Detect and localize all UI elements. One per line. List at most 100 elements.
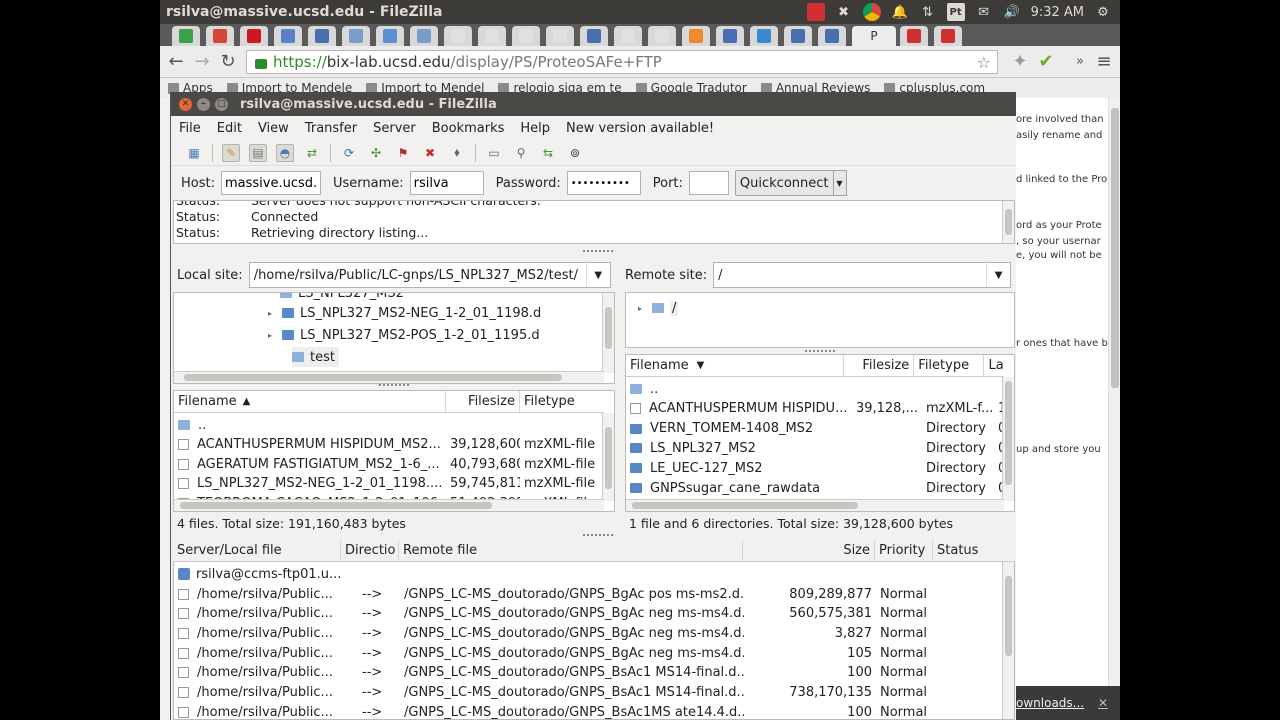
tree-hscrollbar[interactable] bbox=[174, 371, 604, 383]
browser-tab[interactable] bbox=[682, 26, 710, 46]
remote-path-combo[interactable]: / ▼ bbox=[713, 262, 1012, 288]
compare-icon[interactable]: ⚲ bbox=[512, 144, 530, 162]
queue-row[interactable]: /home/rsilva/Public... --> /GNPS_LC-MS_dou… bbox=[174, 623, 1004, 643]
file-row[interactable]: LE_UEC-127_MS2Directory0 bbox=[626, 458, 1004, 478]
remote-list-hscrollbar[interactable] bbox=[626, 499, 1004, 511]
browser-tab[interactable] bbox=[342, 26, 370, 46]
tools-icon[interactable]: ✖ bbox=[835, 3, 853, 21]
queue-row[interactable]: /home/rsilva/Public... --> /GNPS_LC-MS_dou… bbox=[174, 643, 1004, 663]
tree-item[interactable]: ▸ / bbox=[638, 298, 679, 318]
column-filetype[interactable]: Filetype bbox=[914, 355, 985, 376]
reload-icon[interactable]: ↻ bbox=[218, 51, 238, 72]
transfer-icon[interactable]: ⇅ bbox=[919, 3, 937, 21]
splitter-handle[interactable] bbox=[583, 250, 613, 253]
disconnect-icon[interactable]: ✖ bbox=[421, 144, 439, 162]
file-row[interactable]: VERN_TOMEM-1408_MS2Directory0 bbox=[626, 419, 1004, 439]
menu-item-new-version-available[interactable]: New version available! bbox=[566, 121, 714, 136]
browser-tab[interactable] bbox=[934, 26, 962, 46]
queue-row[interactable]: /home/rsilva/Public... --> /GNPS_LC-MS_dou… bbox=[174, 604, 1004, 624]
pt-icon[interactable]: Pt bbox=[946, 3, 965, 21]
local-list-scrollbar[interactable] bbox=[602, 413, 614, 501]
tree-item[interactable]: LS_NPL327_MS2 bbox=[280, 293, 404, 301]
window-minimize-button[interactable]: – bbox=[197, 97, 210, 111]
column-last-modified[interactable]: La bbox=[984, 355, 1004, 376]
tree-item[interactable]: ▸ LS_NPL327_MS2-POS_1-2_01_1195.d bbox=[268, 325, 540, 345]
browser-tab[interactable] bbox=[512, 26, 540, 46]
column-remote-file[interactable]: Remote file bbox=[399, 540, 743, 561]
browser-tab[interactable] bbox=[648, 26, 676, 46]
menu-item-edit[interactable]: Edit bbox=[217, 121, 242, 136]
column-filesize[interactable]: Filesize bbox=[446, 391, 520, 412]
username-input[interactable] bbox=[409, 171, 484, 195]
column-filetype[interactable]: Filetype bbox=[520, 391, 604, 412]
cancel-operation-icon[interactable]: ⚑ bbox=[394, 144, 412, 162]
browser-tab[interactable] bbox=[274, 26, 302, 46]
file-row[interactable]: LS_NPL327_MS2-NEG_1-2_01_1198.... 59,745,… bbox=[174, 474, 604, 494]
site-manager-icon[interactable]: ▦ bbox=[185, 144, 203, 162]
expand-arrow-icon[interactable]: ▸ bbox=[268, 331, 282, 340]
file-row[interactable]: AGERATUM FASTIGIATUM_MS2_1-6_... 40,793,6… bbox=[174, 454, 604, 474]
tree-item-selected[interactable]: test bbox=[292, 347, 339, 367]
close-icon[interactable]: ✕ bbox=[1098, 696, 1108, 710]
log-scrollbar[interactable] bbox=[1002, 201, 1014, 243]
browser-tab[interactable] bbox=[410, 26, 438, 46]
toggle-queue-icon[interactable]: ⇄ bbox=[303, 144, 321, 162]
browser-tab-active[interactable]: P bbox=[852, 26, 896, 46]
browser-tab[interactable] bbox=[900, 26, 928, 46]
menu-item-transfer[interactable]: Transfer bbox=[305, 121, 357, 136]
queue-row[interactable]: /home/rsilva/Public... --> /GNPS_LC-MS_dou… bbox=[174, 702, 1004, 719]
splitter-handle[interactable] bbox=[805, 350, 835, 353]
splitter-handle[interactable] bbox=[583, 534, 613, 537]
window-close-button[interactable]: ✕ bbox=[179, 97, 192, 111]
chevron-down-icon[interactable]: ▼ bbox=[585, 263, 610, 287]
menu-item-server[interactable]: Server bbox=[373, 121, 416, 136]
bell-icon[interactable]: 🔔 bbox=[891, 3, 909, 21]
process-queue-icon[interactable]: ✣ bbox=[367, 144, 385, 162]
splitter-handle[interactable] bbox=[379, 384, 409, 387]
column-filesize[interactable]: Filesize bbox=[844, 355, 915, 376]
check-extension-icon[interactable]: ✔ bbox=[1036, 51, 1056, 72]
sync-browsing-icon[interactable]: ⇆ bbox=[539, 144, 557, 162]
password-input[interactable] bbox=[566, 171, 641, 195]
file-row[interactable]: .. bbox=[626, 379, 1004, 399]
stop-icon[interactable] bbox=[806, 3, 825, 21]
chrome-icon[interactable] bbox=[862, 3, 881, 21]
queue-row[interactable]: /home/rsilva/Public... --> /GNPS_LC-MS_dou… bbox=[174, 683, 1004, 703]
back-icon[interactable]: ← bbox=[166, 51, 186, 72]
tree-scrollbar[interactable] bbox=[602, 293, 614, 373]
column-priority[interactable]: Priority bbox=[875, 540, 933, 561]
menu-item-file[interactable]: File bbox=[179, 121, 201, 136]
menu-item-bookmarks[interactable]: Bookmarks bbox=[432, 121, 505, 136]
menu-item-help[interactable]: Help bbox=[520, 121, 550, 136]
expand-arrow-icon[interactable]: ▸ bbox=[268, 309, 282, 318]
port-input[interactable] bbox=[688, 171, 729, 195]
file-row[interactable]: .. bbox=[174, 415, 604, 435]
menu-icon[interactable]: ≡ bbox=[1094, 51, 1114, 72]
queue-row[interactable]: /home/rsilva/Public... --> /GNPS_LC-MS_dou… bbox=[174, 663, 1004, 683]
file-row[interactable]: GNPSsugar_cane_rawdataDirectory0 bbox=[626, 478, 1004, 498]
browser-tab[interactable] bbox=[206, 26, 234, 46]
menu-item-view[interactable]: View bbox=[258, 121, 289, 136]
browser-tab[interactable] bbox=[308, 26, 336, 46]
browser-tab[interactable] bbox=[818, 26, 846, 46]
gear-icon[interactable]: ⚙ bbox=[1094, 3, 1112, 21]
toggle-log-icon[interactable]: ✎ bbox=[222, 143, 240, 162]
file-row[interactable]: ACANTHUSPERMUM HISPIDU... 39,128,... mzXML… bbox=[626, 399, 1004, 419]
address-bar[interactable]: https:// bix-lab.ucsd.edu /display/PS/Pr… bbox=[246, 50, 998, 74]
quickconnect-button[interactable]: Quickconnect bbox=[734, 170, 834, 196]
refresh-icon[interactable]: ⟳ bbox=[340, 144, 358, 162]
toggle-remote-tree-icon[interactable]: ◓ bbox=[276, 143, 294, 162]
file-row[interactable]: LS_NPL327_MS2Directory0 bbox=[626, 438, 1004, 458]
bookmark-star-icon[interactable]: ☆ bbox=[977, 53, 991, 72]
quickconnect-dropdown[interactable]: ▼ bbox=[832, 170, 847, 196]
column-size[interactable]: Size bbox=[743, 540, 875, 561]
window-maximize-button[interactable]: □ bbox=[215, 97, 228, 111]
search-icon[interactable]: ⊚ bbox=[566, 144, 584, 162]
host-input[interactable] bbox=[220, 171, 321, 195]
column-filename[interactable]: Filename ▲ bbox=[174, 391, 446, 412]
extension-icon[interactable]: ✦ bbox=[1010, 51, 1030, 72]
browser-tab[interactable] bbox=[444, 26, 472, 46]
local-path-combo[interactable]: /home/rsilva/Public/LC-gnps/LS_NPL327_MS… bbox=[248, 262, 611, 288]
mail-icon[interactable]: ✉ bbox=[975, 3, 993, 21]
tree-item[interactable]: ▸ LS_NPL327_MS2-NEG_1-2_01_1198.d bbox=[268, 303, 541, 323]
